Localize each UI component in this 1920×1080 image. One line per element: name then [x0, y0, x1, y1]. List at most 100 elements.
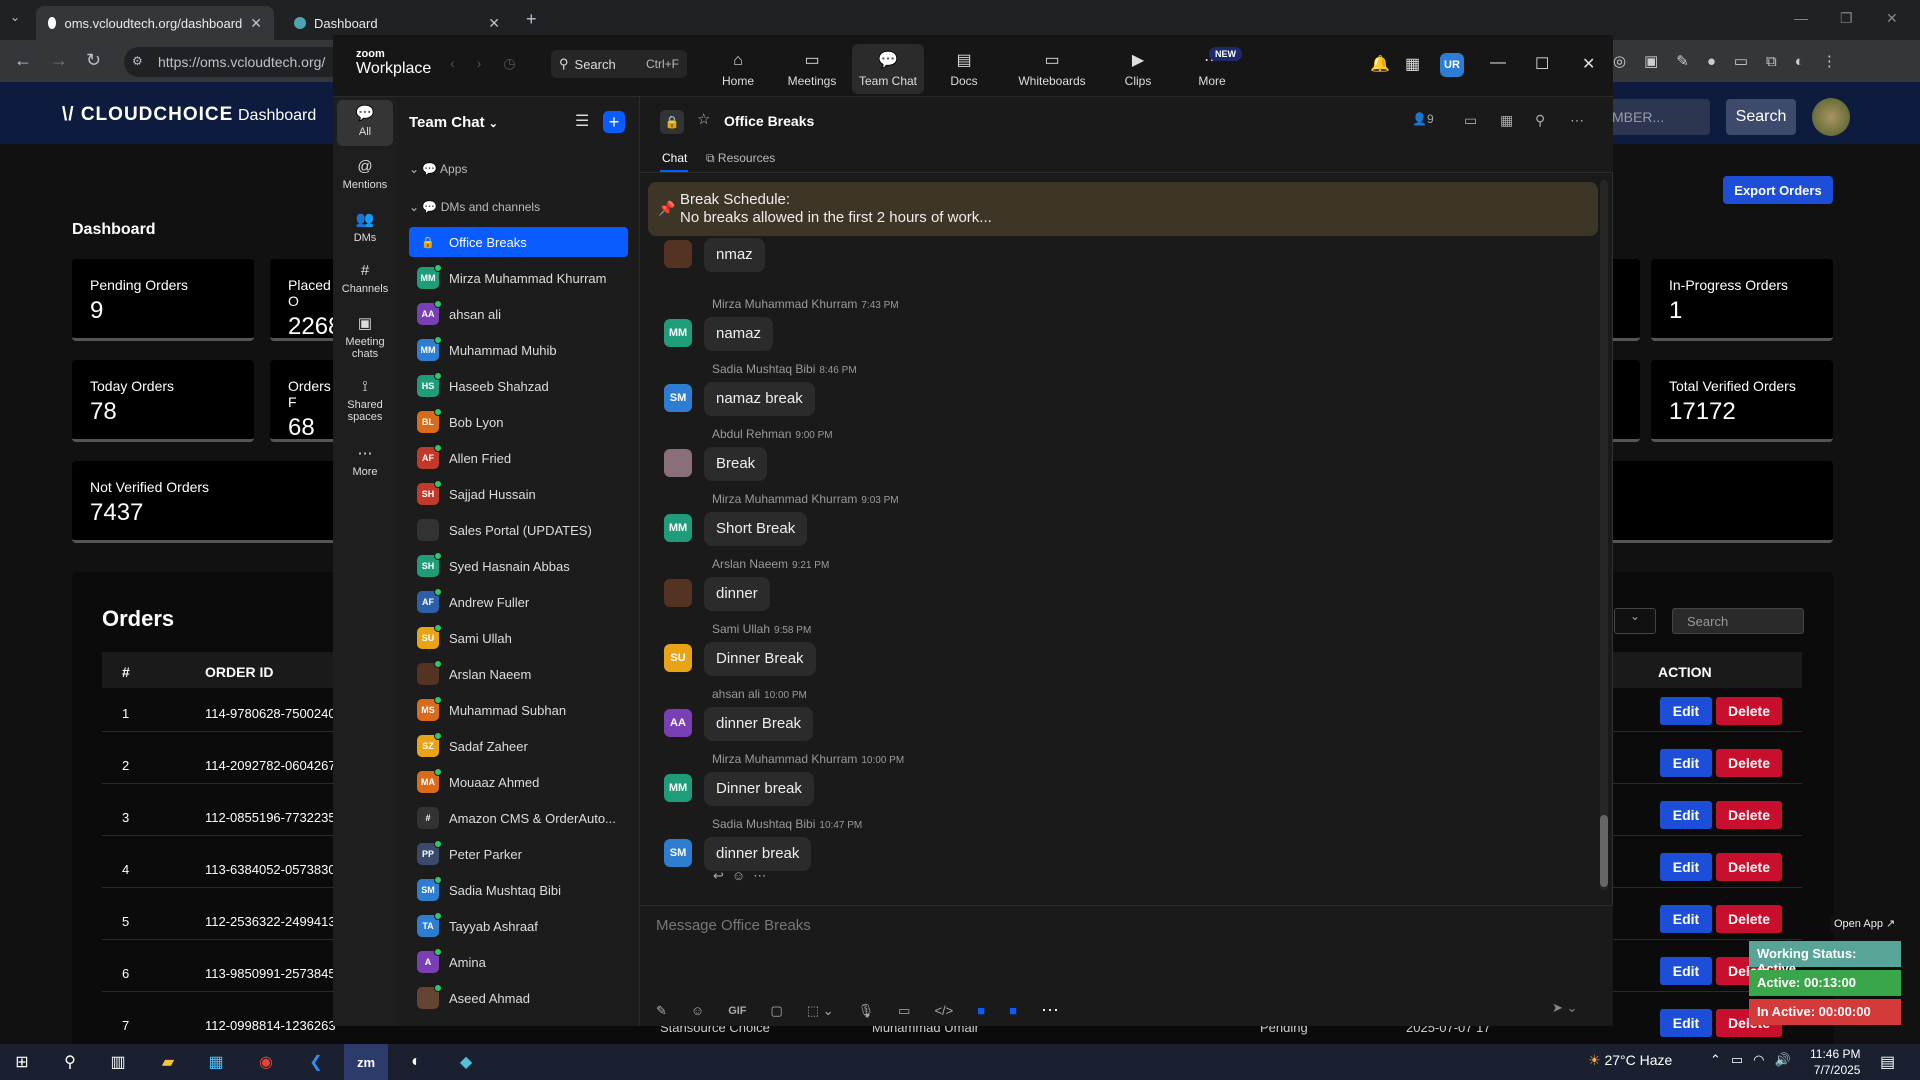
list-item[interactable]: HS Haseeb Shahzad — [409, 371, 628, 401]
rail-channels[interactable]: # Channels — [337, 258, 393, 304]
message-author[interactable]: Arslan Naeem — [712, 557, 788, 571]
channel-name[interactable]: Office Breaks — [724, 113, 814, 129]
screenshot-icon[interactable]: ⬚ ⌄ — [807, 1003, 834, 1019]
avatar[interactable]: SM — [664, 384, 692, 412]
site-search-input[interactable]: MBER... — [1604, 99, 1710, 135]
list-item[interactable]: BL Bob Lyon — [409, 407, 628, 437]
avatar[interactable] — [1812, 98, 1850, 136]
nav-whiteboards[interactable]: ▭ Whiteboards — [1014, 44, 1090, 94]
list-item[interactable]: MM Mirza Muhammad Khurram — [409, 263, 628, 293]
site-search-button[interactable]: Search — [1726, 99, 1796, 135]
message-bubble[interactable]: dinner — [704, 577, 770, 611]
history-nav-icons[interactable]: ‹›◷ — [450, 55, 538, 72]
send-icon[interactable]: ➤ ⌄ — [1552, 1000, 1577, 1016]
close-icon[interactable]: ✕ — [1582, 54, 1595, 74]
mic-icon[interactable]: 🎙 — [858, 1003, 875, 1019]
message-actions[interactable]: ↩☺⋯ — [713, 868, 774, 884]
site-logo[interactable]: \/ CLOUDCHOICE — [62, 104, 233, 126]
list-item[interactable]: MS Muhammad Subhan — [409, 695, 628, 725]
tab-chat[interactable]: Chat — [662, 151, 687, 165]
vscode-icon[interactable]: ❮ — [294, 1044, 338, 1080]
minimize-icon[interactable]: — — [1490, 54, 1506, 72]
message-author[interactable]: Mirza Muhammad Khurram — [712, 492, 857, 506]
list-item[interactable]: Sales Portal (UPDATES) — [409, 515, 628, 545]
list-item[interactable]: Aseed Ahmad — [409, 983, 628, 1013]
close-tab-icon[interactable]: ✕ — [488, 15, 500, 32]
message-author[interactable]: Abdul Rehman — [712, 427, 791, 441]
rail-shared-spaces[interactable]: ⟟ Shared spaces — [337, 374, 393, 432]
more-icon[interactable]: ⋯ — [1041, 1000, 1059, 1021]
tab-resources[interactable]: ⧉ Resources — [706, 151, 775, 166]
message-author[interactable]: Mirza Muhammad Khurram — [712, 297, 857, 311]
avatar[interactable]: UR — [1440, 53, 1464, 77]
task-view-icon[interactable]: ▥ — [96, 1044, 140, 1080]
status-filter-select[interactable]: ⌄ — [1614, 608, 1656, 634]
file-explorer-icon[interactable]: ▰ — [146, 1044, 190, 1080]
zoom-search-box[interactable]: ⚲ Search Ctrl+F — [551, 50, 687, 78]
open-app-button[interactable]: Open App ↗ — [1830, 915, 1900, 932]
new-chat-button[interactable]: + — [603, 111, 625, 133]
reload-icon[interactable]: ↻ — [86, 50, 101, 71]
pinned-message[interactable]: Break Schedule: No breaks allowed in the … — [648, 182, 1598, 236]
filter-icon[interactable]: ☰ — [575, 111, 589, 131]
back-icon[interactable]: ← — [14, 50, 32, 71]
export-orders-button[interactable]: Export Orders — [1723, 176, 1833, 204]
list-item[interactable]: SH Syed Hasnain Abbas — [409, 551, 628, 581]
list-item[interactable]: A Amina — [409, 947, 628, 977]
list-item[interactable]: # Amazon CMS & OrderAuto... — [409, 803, 628, 833]
emoji-icon[interactable]: ☺ — [691, 1003, 704, 1018]
avatar[interactable] — [664, 449, 692, 477]
new-tab-icon[interactable]: + — [526, 9, 537, 30]
restore-icon[interactable]: ❐ — [1840, 10, 1853, 27]
list-item[interactable]: AF Allen Fried — [409, 443, 628, 473]
message-bubble[interactable]: Dinner break — [704, 772, 814, 806]
nav-dashboard-link[interactable]: Dashboard — [238, 107, 316, 125]
nav-clips[interactable]: ▶ Clips — [1102, 44, 1174, 94]
avatar[interactable]: MM — [664, 774, 692, 802]
avatar[interactable]: MM — [664, 514, 692, 542]
list-item[interactable]: TA Tayyab Ashraaf — [409, 911, 628, 941]
team-chat-title[interactable]: Team Chat ⌄ — [409, 114, 498, 131]
video-message-icon[interactable]: ▭ — [898, 1003, 910, 1019]
section-dms-channels[interactable]: ⌄ 💬 DMs and channels — [409, 200, 540, 214]
chrome-icon[interactable]: ◉ — [244, 1044, 288, 1080]
search-icon[interactable]: ⚲ — [1535, 112, 1545, 129]
calendar-icon[interactable]: ▦ — [1405, 54, 1420, 74]
edit-button[interactable]: Edit — [1660, 957, 1712, 985]
message-author[interactable]: Sadia Mushtaq Bibi — [712, 362, 815, 376]
rail-more[interactable]: ⋯ More — [337, 440, 393, 486]
avatar[interactable] — [664, 240, 692, 268]
scrollbar[interactable] — [1600, 180, 1608, 890]
app-icon[interactable]: ◐ — [394, 1044, 438, 1080]
video-call-icon[interactable]: ▭ — [1464, 112, 1477, 129]
avatar[interactable] — [664, 579, 692, 607]
message-bubble[interactable]: namaz break — [704, 382, 815, 416]
nav-team-chat[interactable]: 💬 Team Chat — [852, 44, 924, 94]
rail-all[interactable]: 💬 All — [337, 100, 393, 146]
avatar[interactable]: SU — [664, 644, 692, 672]
reply-icon[interactable]: ↩ — [713, 868, 732, 883]
message-bubble[interactable]: namaz — [704, 317, 774, 351]
calendar-icon[interactable]: ▦ — [1500, 112, 1513, 129]
nav-meetings[interactable]: ▭ Meetings — [776, 44, 848, 94]
rail-mentions[interactable]: @ Mentions — [337, 154, 393, 200]
more-icon[interactable]: ⋯ — [753, 868, 774, 883]
format-icon[interactable]: ✎ — [656, 1003, 667, 1019]
message-bubble[interactable]: nmaz — [704, 238, 765, 272]
delete-button[interactable]: Delete — [1716, 697, 1782, 725]
star-icon[interactable]: ☆ — [697, 110, 710, 128]
avatar[interactable]: SM — [664, 839, 692, 867]
section-apps[interactable]: ⌄ 💬 Apps — [409, 162, 467, 176]
minimize-icon[interactable]: — — [1794, 10, 1808, 26]
edit-button[interactable]: Edit — [1660, 1009, 1712, 1037]
close-tab-icon[interactable]: ✕ — [250, 15, 262, 32]
search-icon[interactable]: ⚲ — [48, 1044, 92, 1080]
message-author[interactable]: Sadia Mushtaq Bibi — [712, 817, 815, 831]
orders-search-input[interactable]: Search — [1672, 608, 1804, 634]
windows-start-icon[interactable]: ⊞ — [0, 1044, 44, 1080]
scrollbar-thumb[interactable] — [1600, 815, 1608, 887]
message-bubble[interactable]: Short Break — [704, 512, 808, 546]
list-item[interactable]: AF Andrew Fuller — [409, 587, 628, 617]
rail-meeting-chats[interactable]: ▣ Meeting chats — [337, 310, 393, 368]
bell-icon[interactable]: 🔔 — [1370, 54, 1390, 74]
